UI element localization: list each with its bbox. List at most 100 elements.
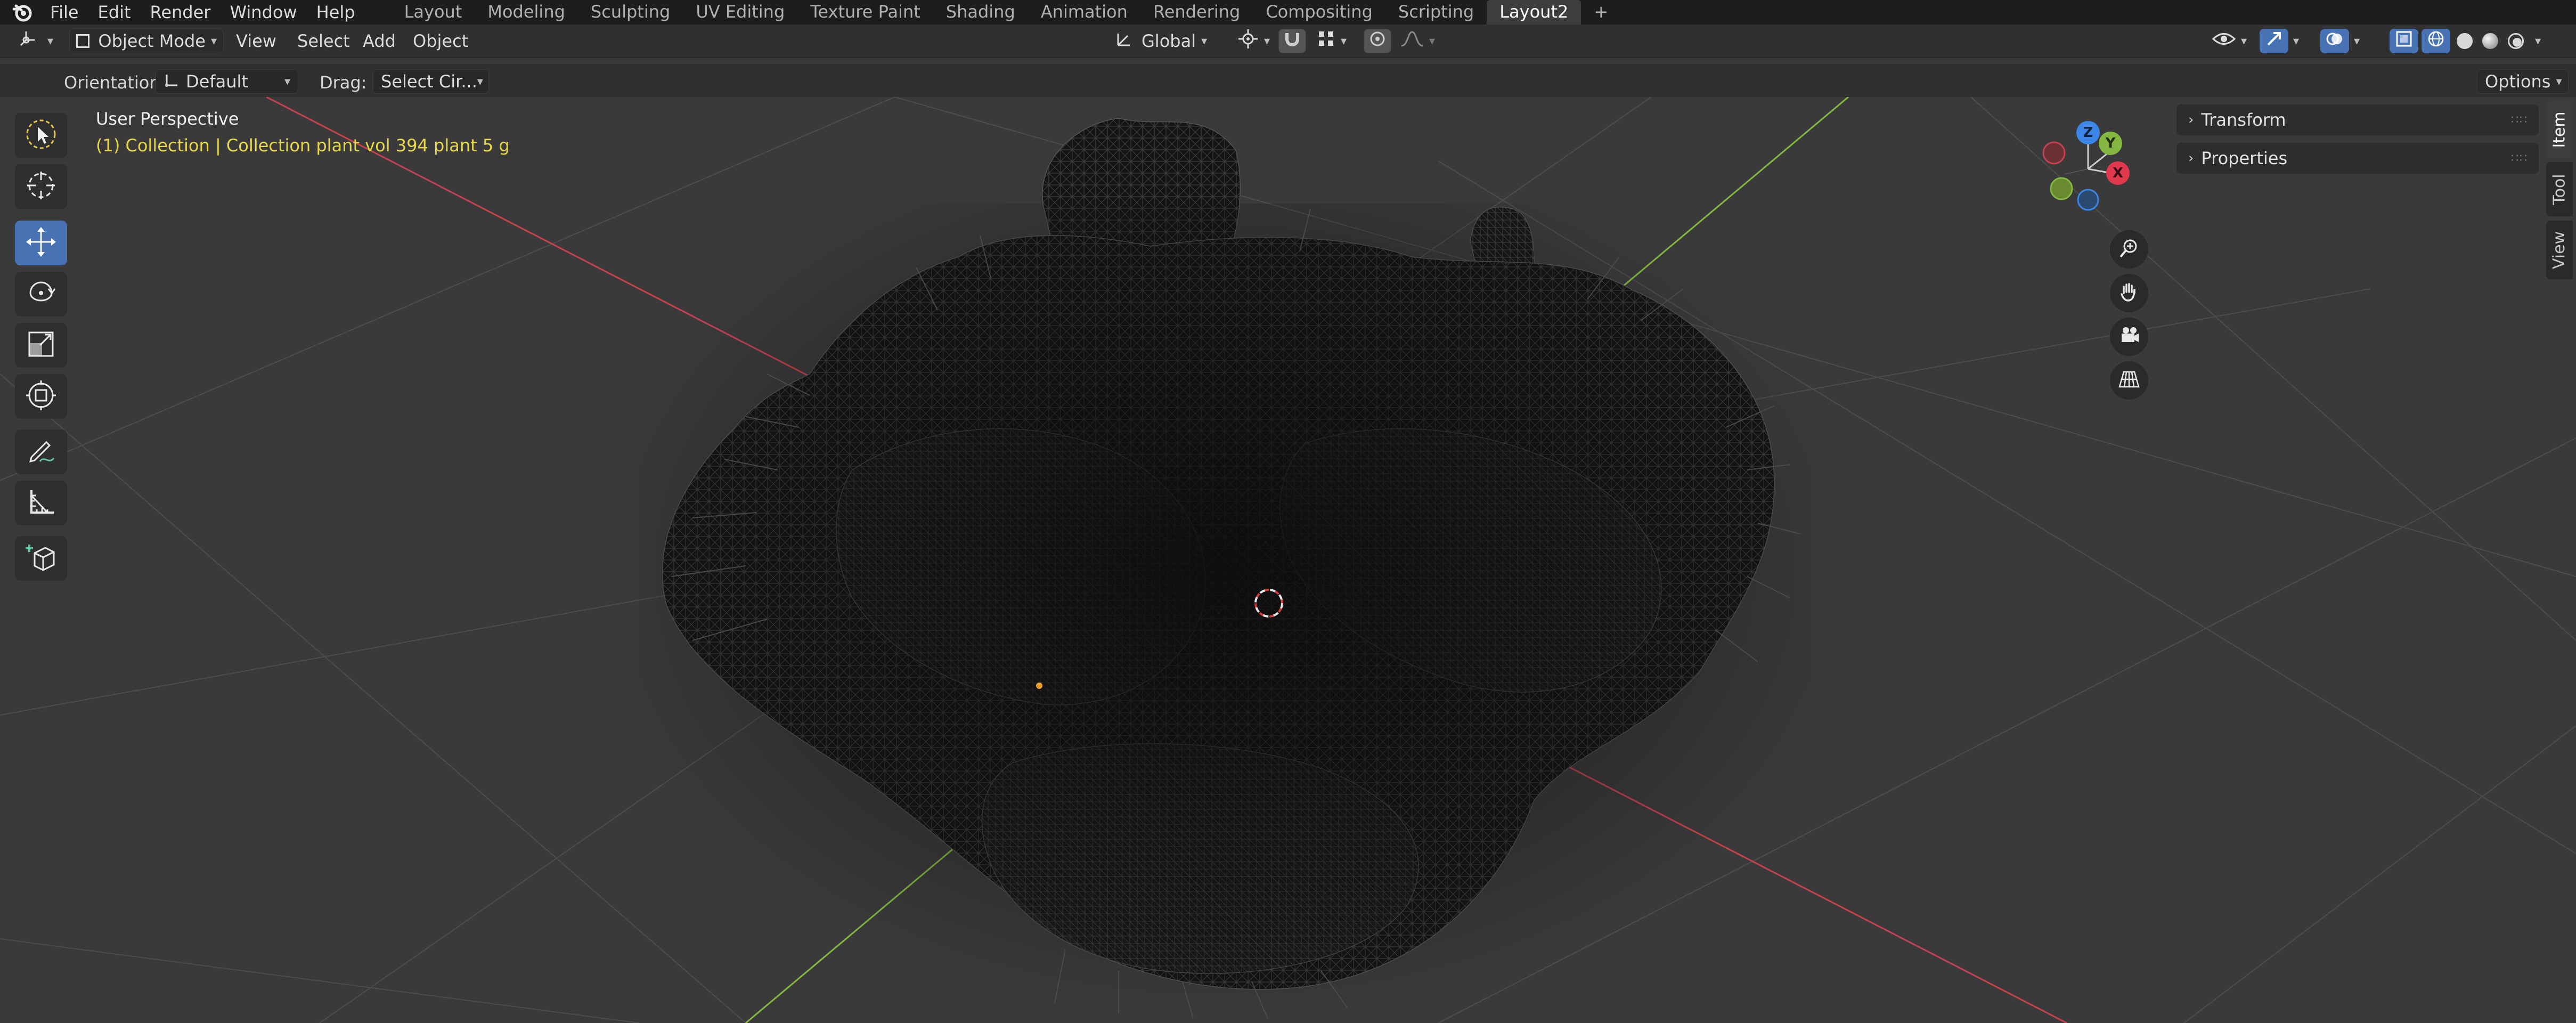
hand-icon xyxy=(2117,280,2141,306)
chevron-down-icon: ▾ xyxy=(2241,34,2247,48)
proportional-editing-toggle[interactable] xyxy=(1364,29,1391,53)
tab-texture-paint[interactable]: Texture Paint xyxy=(797,0,933,25)
options-dropdown[interactable]: Options ▾ xyxy=(2477,69,2569,94)
chevron-down-icon: ▾ xyxy=(2535,34,2541,48)
editor-type-icon xyxy=(19,29,42,53)
grid-perspective-icon xyxy=(2117,368,2141,393)
tool-transform[interactable] xyxy=(15,374,67,419)
zoom-button[interactable] xyxy=(2110,230,2148,269)
options-label: Options xyxy=(2485,71,2551,92)
menu-view[interactable]: View xyxy=(229,29,283,53)
menu-help[interactable]: Help xyxy=(307,2,365,22)
drag-dropdown[interactable]: Select Cir... ▾ xyxy=(373,69,489,94)
tool-annotate[interactable] xyxy=(15,429,67,474)
shading-dropdown[interactable]: ▾ xyxy=(2531,29,2545,53)
tab-modeling[interactable]: Modeling xyxy=(475,0,578,25)
orientation-label: Global xyxy=(1142,31,1196,51)
material-sphere-icon xyxy=(2482,33,2498,49)
pivot-icon xyxy=(1237,28,1259,54)
gizmo-z-axis[interactable]: Z xyxy=(2076,121,2100,144)
add-cube-icon xyxy=(24,540,58,577)
tab-uv-editing[interactable]: UV Editing xyxy=(683,0,797,25)
tab-compositing[interactable]: Compositing xyxy=(1253,0,1385,25)
chevron-down-icon: ▾ xyxy=(1264,34,1270,48)
tool-settings-bar: Orientation: Default ▾ Drag: Select Cir.… xyxy=(0,64,2576,97)
menu-file[interactable]: File xyxy=(40,2,88,22)
drag-handle-icon[interactable]: ∷∷ xyxy=(2511,113,2528,127)
shading-rendered-button[interactable] xyxy=(2504,29,2528,53)
falloff-button[interactable]: ▾ xyxy=(1393,29,1442,53)
sidebar-tab-tool[interactable]: Tool xyxy=(2546,162,2573,216)
sidebar-tab-item[interactable]: Item xyxy=(2546,101,2573,158)
xray-toggle[interactable] xyxy=(2390,29,2418,53)
visibility-button[interactable]: ▾ xyxy=(2205,29,2254,53)
chevron-down-icon: ▾ xyxy=(210,34,217,48)
snap-grid-icon xyxy=(1317,30,1335,52)
tool-measure[interactable] xyxy=(15,481,67,525)
chevron-down-icon: ▾ xyxy=(2354,34,2360,48)
menu-object[interactable]: Object xyxy=(406,29,475,53)
panel-transform[interactable]: › Transform ∷∷ xyxy=(2176,104,2539,135)
chevron-right-icon: › xyxy=(2188,112,2194,128)
transform-icon xyxy=(24,378,58,415)
shading-solid-button[interactable] xyxy=(2452,29,2477,53)
menu-add[interactable]: Add xyxy=(356,29,403,53)
blender-logo-icon[interactable] xyxy=(0,2,40,23)
add-workspace-button[interactable]: + xyxy=(1581,0,1621,25)
tab-rendering[interactable]: Rendering xyxy=(1140,0,1253,25)
pivot-point-button[interactable]: ▾ xyxy=(1230,29,1277,53)
sidebar-tab-view[interactable]: View xyxy=(2546,221,2573,279)
falloff-curve-icon xyxy=(1400,30,1424,52)
overlays-dropdown[interactable]: ▾ xyxy=(2350,29,2363,53)
shading-wireframe-button[interactable] xyxy=(2422,29,2450,53)
drag-handle-icon[interactable]: ∷∷ xyxy=(2511,152,2528,165)
drag-value: Select Cir... xyxy=(381,71,477,92)
tab-sculpting[interactable]: Sculpting xyxy=(578,0,683,25)
chevron-down-icon: ▾ xyxy=(1341,34,1347,48)
tab-layout2[interactable]: Layout2 xyxy=(1487,0,1582,25)
camera-view-button[interactable] xyxy=(2110,318,2148,356)
tab-layout[interactable]: Layout xyxy=(392,0,475,25)
view-name-label: User Perspective xyxy=(96,109,239,129)
snap-target-button[interactable]: ▾ xyxy=(1310,29,1354,53)
chevron-down-icon: ▾ xyxy=(477,75,483,88)
pan-button[interactable] xyxy=(2110,274,2148,312)
overlays-toggle[interactable] xyxy=(2320,29,2349,53)
shading-material-button[interactable] xyxy=(2478,29,2502,53)
mode-dropdown[interactable]: Object Mode ▾ xyxy=(69,29,224,53)
select-cursor-icon xyxy=(24,117,58,153)
tool-add-cube[interactable] xyxy=(15,536,67,581)
tool-rotate[interactable] xyxy=(15,272,67,316)
menu-render[interactable]: Render xyxy=(141,2,221,22)
chevron-down-icon: ▾ xyxy=(47,34,54,48)
tab-scripting[interactable]: Scripting xyxy=(1385,0,1487,25)
tab-animation[interactable]: Animation xyxy=(1028,0,1140,25)
annotate-pencil-icon xyxy=(24,434,58,470)
zoom-magnifier-icon xyxy=(2117,237,2141,262)
top-menu-bar: File Edit Render Window Help Layout Mode… xyxy=(0,0,2576,25)
gizmo-dropdown[interactable]: ▾ xyxy=(2289,29,2303,53)
tool-select-box[interactable] xyxy=(15,113,67,158)
transform-orientation-dropdown[interactable]: Global ▾ xyxy=(1108,29,1225,53)
perspective-toggle-button[interactable] xyxy=(2110,361,2148,400)
tab-shading[interactable]: Shading xyxy=(933,0,1028,25)
camera-icon xyxy=(2117,324,2141,350)
chevron-down-icon: ▾ xyxy=(1429,34,1436,48)
gizmo-y-axis[interactable]: Y xyxy=(2099,132,2122,155)
gizmo-toggle[interactable] xyxy=(2260,29,2288,53)
3d-viewport[interactable]: User Perspective (1) Collection | Collec… xyxy=(0,97,2576,1023)
panel-properties[interactable]: › Properties ∷∷ xyxy=(2176,143,2539,174)
chevron-down-icon: ▾ xyxy=(2293,34,2300,48)
snap-toggle[interactable] xyxy=(1278,29,1306,53)
tool-scale[interactable] xyxy=(15,323,67,368)
orientation-dropdown[interactable]: Default ▾ xyxy=(156,69,298,94)
tool-move[interactable] xyxy=(15,221,67,265)
menu-select[interactable]: Select xyxy=(290,29,357,53)
menu-window[interactable]: Window xyxy=(220,2,306,22)
navigation-gizmo[interactable]: Z Y X xyxy=(2035,121,2141,217)
orientation-label: Orientation: xyxy=(64,72,166,93)
tool-cursor[interactable] xyxy=(15,164,67,209)
editor-type-button[interactable]: ▾ xyxy=(12,29,60,53)
gizmo-x-axis[interactable]: X xyxy=(2106,161,2130,185)
menu-edit[interactable]: Edit xyxy=(88,2,141,22)
